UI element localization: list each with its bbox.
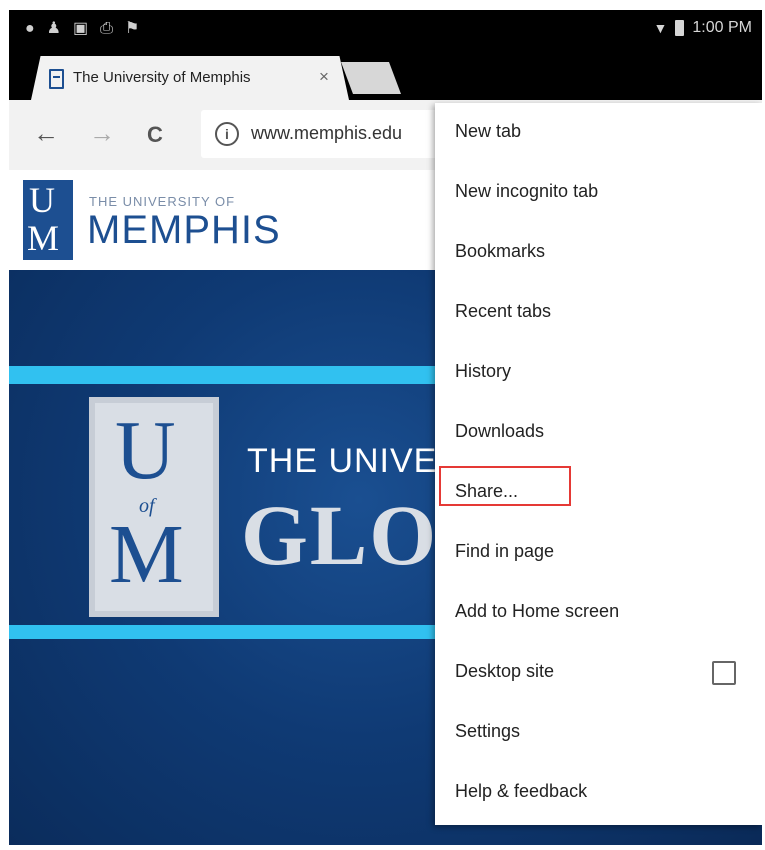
new-tab-button[interactable] bbox=[341, 62, 401, 94]
overflow-menu: New tab New incognito tab Bookmarks Rece… bbox=[435, 103, 762, 825]
info-icon[interactable]: i bbox=[215, 122, 239, 146]
menu-item-help-feedback[interactable]: Help & feedback bbox=[435, 763, 762, 823]
menu-item-label: Find in page bbox=[455, 541, 555, 561]
wifi-icon: ▼ bbox=[653, 20, 668, 36]
status-bar: ● ♟ ▣ ⎙ ⚑ ▼ 1:00 PM bbox=[9, 10, 762, 48]
logo-title[interactable]: MEMPHIS bbox=[87, 208, 281, 253]
hero-stripe-top bbox=[9, 366, 449, 384]
menu-item-add-to-home-screen[interactable]: Add to Home screen bbox=[435, 583, 762, 643]
menu-item-label: Downloads bbox=[455, 421, 545, 441]
menu-item-label: Desktop site bbox=[455, 661, 555, 681]
crest-letter-m: M bbox=[109, 508, 184, 601]
menu-item-bookmarks[interactable]: Bookmarks bbox=[435, 223, 762, 283]
browser-tab[interactable]: The University of Memphis × bbox=[31, 56, 349, 100]
university-logo-mark[interactable]: U M bbox=[23, 180, 73, 260]
menu-item-label: Recent tabs bbox=[455, 301, 552, 321]
desktop-site-checkbox[interactable] bbox=[712, 661, 736, 685]
menu-item-share[interactable]: Share... bbox=[435, 463, 762, 523]
notification-icon: ● bbox=[25, 20, 35, 37]
menu-item-desktop-site[interactable]: Desktop site bbox=[435, 643, 762, 703]
menu-item-label: Help & feedback bbox=[455, 781, 588, 801]
battery-icon bbox=[675, 20, 685, 36]
reload-icon[interactable]: C bbox=[147, 120, 163, 150]
crest-logo: U of M bbox=[89, 397, 219, 617]
image-icon: ▣ bbox=[73, 20, 89, 37]
close-tab-icon[interactable]: × bbox=[319, 67, 329, 87]
logo-mark-u: U bbox=[29, 180, 55, 220]
menu-item-label: History bbox=[455, 361, 512, 381]
menu-item-label: New incognito tab bbox=[455, 181, 599, 201]
hero-stripe-bottom bbox=[9, 625, 469, 639]
clock: 1:00 PM bbox=[692, 19, 752, 36]
back-arrow-icon[interactable]: ← bbox=[33, 118, 59, 148]
menu-item-downloads[interactable]: Downloads bbox=[435, 403, 762, 463]
crest-letter-u: U bbox=[115, 404, 176, 497]
hero-title: GLO bbox=[241, 487, 439, 583]
favicon-icon bbox=[49, 69, 64, 89]
menu-item-find-in-page[interactable]: Find in page bbox=[435, 523, 762, 583]
status-bar-right: ▼ 1:00 PM bbox=[654, 19, 752, 37]
menu-item-label: Settings bbox=[455, 721, 521, 741]
tab-title: The University of Memphis bbox=[73, 69, 251, 86]
menu-item-label: Share... bbox=[455, 481, 519, 501]
menu-item-new-incognito-tab[interactable]: New incognito tab bbox=[435, 163, 762, 223]
menu-item-label: Bookmarks bbox=[455, 241, 546, 261]
menu-item-label: Add to Home screen bbox=[455, 601, 620, 621]
menu-item-new-tab[interactable]: New tab bbox=[435, 103, 762, 163]
url-text[interactable]: www.memphis.edu bbox=[251, 123, 402, 144]
print-icon: ⎙ bbox=[100, 20, 113, 37]
menu-item-label: New tab bbox=[455, 121, 522, 141]
logo-subtitle: THE UNIVERSITY OF bbox=[89, 194, 236, 209]
device-screen: ● ♟ ▣ ⎙ ⚑ ▼ 1:00 PM The University of Me… bbox=[9, 10, 762, 845]
logo-mark-m: M bbox=[27, 218, 60, 258]
menu-item-settings[interactable]: Settings bbox=[435, 703, 762, 763]
forward-arrow-icon[interactable]: → bbox=[89, 118, 115, 148]
person-icon: ♟ bbox=[46, 20, 62, 37]
flag-icon: ⚑ bbox=[124, 20, 140, 37]
menu-item-history[interactable]: History bbox=[435, 343, 762, 403]
menu-item-recent-tabs[interactable]: Recent tabs bbox=[435, 283, 762, 343]
tab-strip: The University of Memphis × bbox=[9, 48, 762, 100]
status-bar-left-icons: ● ♟ ▣ ⎙ ⚑ bbox=[25, 20, 139, 38]
